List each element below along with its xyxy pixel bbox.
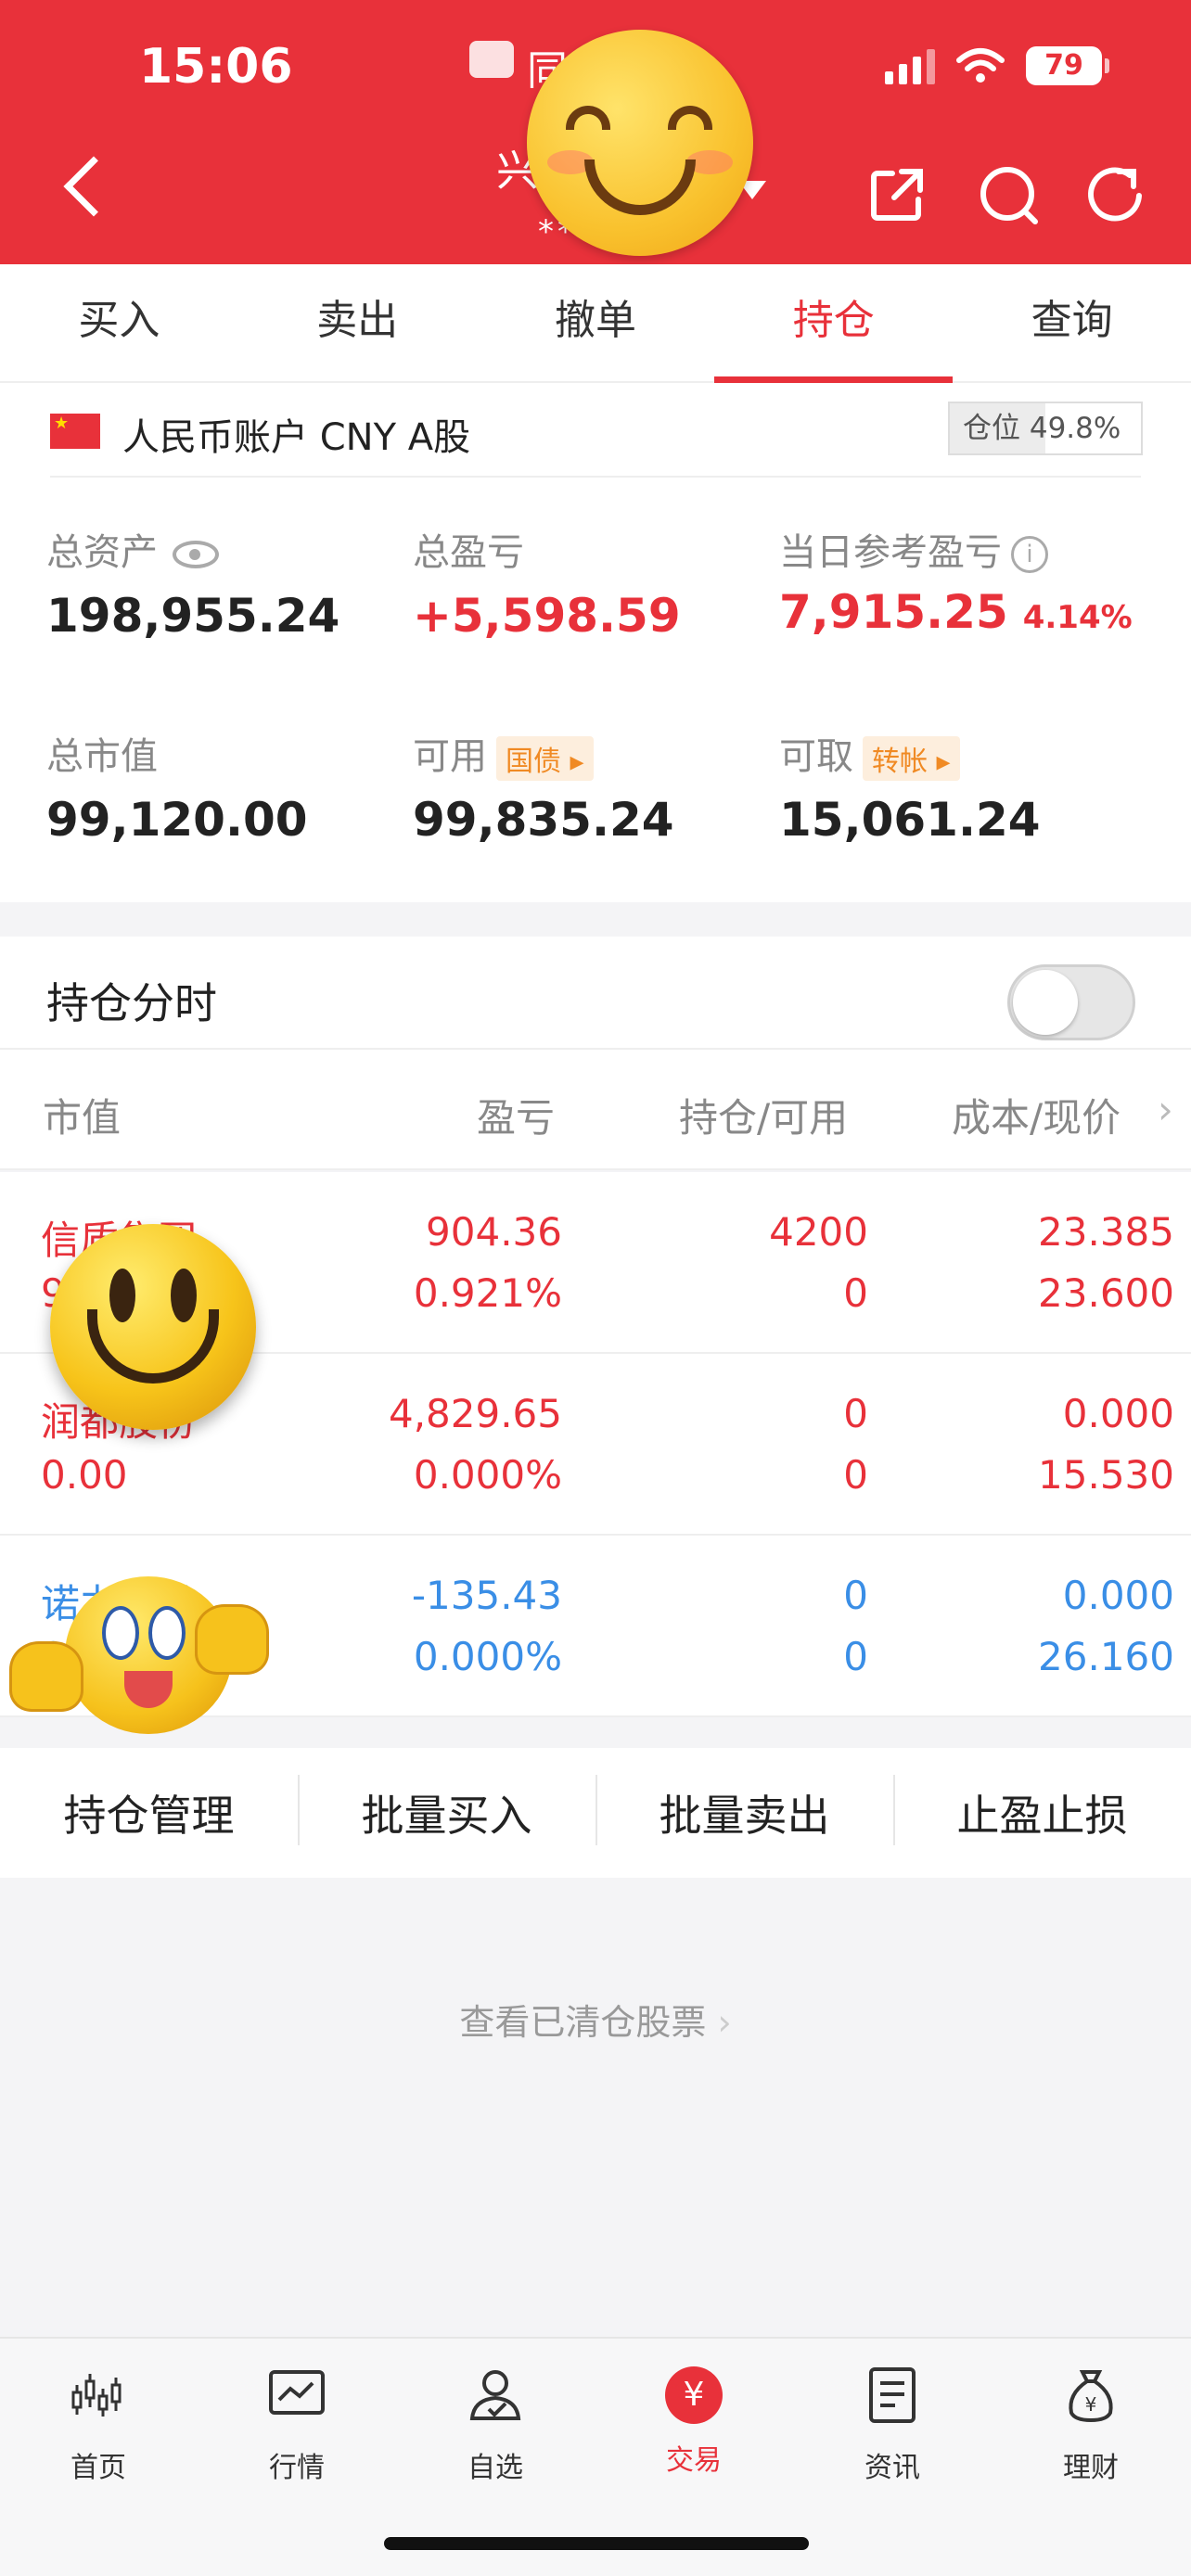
market-value: 99,120.00 <box>46 793 308 847</box>
nav-label: 理财 <box>1063 2452 1119 2484</box>
battery-icon: 79 <box>1026 46 1109 85</box>
stock-position: 0 <box>843 1573 868 1618</box>
refresh-icon[interactable] <box>1083 162 1148 227</box>
withdrawable-label: 可取 转帐 ▸ <box>779 726 960 781</box>
stop-profit-loss-button[interactable]: 止盈止损 <box>893 1775 1191 1845</box>
search-icon[interactable] <box>976 162 1041 227</box>
batch-buy-button[interactable]: 批量买入 <box>298 1775 596 1845</box>
available-value: 99,835.24 <box>413 793 674 847</box>
money-bag-icon: ¥ <box>1069 2370 1113 2423</box>
stock-pl: 904.36 <box>426 1209 562 1255</box>
info-icon[interactable]: i <box>1011 536 1048 573</box>
tab-query[interactable]: 查询 <box>953 264 1191 381</box>
nav-news[interactable]: 资讯 <box>837 2366 948 2485</box>
holdings-table-header: 市值 盈亏 持仓/可用 成本/现价 › <box>0 1050 1191 1170</box>
market-value-label: 总市值 <box>46 735 158 778</box>
tab-sell[interactable]: 卖出 <box>238 264 477 381</box>
chevron-right-icon: › <box>717 2002 732 2043</box>
tab-buy[interactable]: 买入 <box>0 264 238 381</box>
nav-label: 交易 <box>666 2444 722 2477</box>
stock-pl: -135.43 <box>411 1573 562 1618</box>
col-pl[interactable]: 盈亏 <box>477 1087 555 1143</box>
timeshare-toggle[interactable] <box>1007 964 1135 1040</box>
day-pl-percent: 4.14% <box>1022 599 1133 636</box>
stock-price: 23.600 <box>1038 1270 1174 1316</box>
chart-icon <box>269 2370 325 2415</box>
trade-tabs: 买入 卖出 撤单 持仓 查询 <box>0 264 1191 383</box>
nav-wealth[interactable]: ¥ 理财 <box>1035 2366 1146 2485</box>
total-pl-label: 总盈亏 <box>413 531 524 574</box>
stock-pl: 4,829.65 <box>388 1391 562 1436</box>
position-value: 49.8% <box>1029 412 1121 445</box>
thumbs-up-emoji-icon <box>9 1567 278 1743</box>
nav-market[interactable]: 行情 <box>241 2366 352 2485</box>
stock-price: 15.530 <box>1038 1452 1174 1498</box>
wifi-icon <box>956 48 1005 83</box>
tab-cancel[interactable]: 撤单 <box>477 264 715 381</box>
back-arrow-icon[interactable] <box>63 156 124 217</box>
tab-positions[interactable]: 持仓 <box>714 264 953 383</box>
stock-available: 0 <box>843 1270 868 1316</box>
document-icon <box>869 2367 916 2423</box>
divider <box>50 476 1141 478</box>
nav-label: 自选 <box>467 2452 523 2484</box>
smiley-emoji-icon <box>50 1224 256 1430</box>
nav-label: 首页 <box>70 2452 126 2484</box>
col-cost-price[interactable]: 成本/现价 <box>952 1087 1121 1143</box>
col-position[interactable]: 持仓/可用 <box>679 1087 848 1143</box>
batch-sell-button[interactable]: 批量卖出 <box>596 1775 893 1845</box>
stock-cost: 0.000 <box>1062 1573 1174 1618</box>
position-timeshare-row: 持仓分时 <box>0 937 1191 1050</box>
app-logo-icon <box>469 41 514 78</box>
col-market-value[interactable]: 市值 <box>43 1087 121 1143</box>
timeshare-label: 持仓分时 <box>46 978 217 1028</box>
day-pl-label: 当日参考盈亏 i <box>779 522 1048 576</box>
app-header: 15:06 同 79 兴 ** <box>0 0 1191 264</box>
available-label: 可用 国债 ▸ <box>413 726 594 781</box>
withdrawable-value: 15,061.24 <box>779 793 1041 847</box>
smiling-face-emoji-icon <box>527 30 753 256</box>
stock-market-value: 0.00 <box>41 1452 128 1498</box>
account-summary: 人民币账户 CNY A股 仓位 49.8% 总资产 198,955.24 总盈亏… <box>0 383 1191 902</box>
total-pl-value: +5,598.59 <box>413 589 681 643</box>
candlestick-icon <box>71 2374 122 2417</box>
stock-pl-percent: 0.000% <box>413 1634 562 1679</box>
total-assets-value: 198,955.24 <box>46 589 340 643</box>
home-indicator <box>384 2537 809 2550</box>
stock-available: 0 <box>843 1634 868 1679</box>
holding-actions-bar: 持仓管理 批量买入 批量卖出 止盈止损 <box>0 1748 1191 1878</box>
status-icons: 79 <box>885 46 1109 85</box>
stock-price: 26.160 <box>1038 1634 1174 1679</box>
stock-available: 0 <box>843 1452 868 1498</box>
total-assets-label: 总资产 <box>46 522 219 576</box>
day-pl-value: 7,915.25 4.14% <box>779 585 1133 639</box>
share-icon[interactable] <box>864 162 929 227</box>
treasury-bond-badge[interactable]: 国债 ▸ <box>496 736 594 781</box>
stock-pl-percent: 0.921% <box>413 1270 562 1316</box>
china-flag-icon <box>50 414 100 449</box>
account-label: 人民币账户 CNY A股 <box>122 416 471 459</box>
view-cleared-stocks-link[interactable]: 查看已清仓股票 › <box>0 1994 1191 2045</box>
svg-text:¥: ¥ <box>1085 2393 1097 2416</box>
nav-watchlist[interactable]: 自选 <box>440 2366 551 2485</box>
stock-cost: 23.385 <box>1038 1209 1174 1255</box>
position-ratio-box: 仓位 49.8% <box>948 402 1143 455</box>
user-check-icon <box>469 2370 521 2420</box>
signal-icon <box>885 47 935 84</box>
stock-position: 4200 <box>769 1209 868 1255</box>
position-label: 仓位 <box>963 412 1020 445</box>
position-management-button[interactable]: 持仓管理 <box>0 1782 298 1843</box>
stock-position: 0 <box>843 1391 868 1436</box>
nav-label: 行情 <box>269 2452 325 2484</box>
transfer-badge[interactable]: 转帐 ▸ <box>863 736 960 781</box>
status-time: 15:06 <box>139 39 293 95</box>
eye-icon[interactable] <box>173 541 219 568</box>
nav-home[interactable]: 首页 <box>43 2366 154 2485</box>
nav-label: 资讯 <box>864 2452 920 2484</box>
stock-cost: 0.000 <box>1062 1391 1174 1436</box>
nav-trade[interactable]: ¥ 交易 <box>638 2366 749 2478</box>
stock-pl-percent: 0.000% <box>413 1452 562 1498</box>
yuan-icon: ¥ <box>665 2366 723 2424</box>
chevron-right-icon[interactable]: › <box>1158 1087 1173 1132</box>
